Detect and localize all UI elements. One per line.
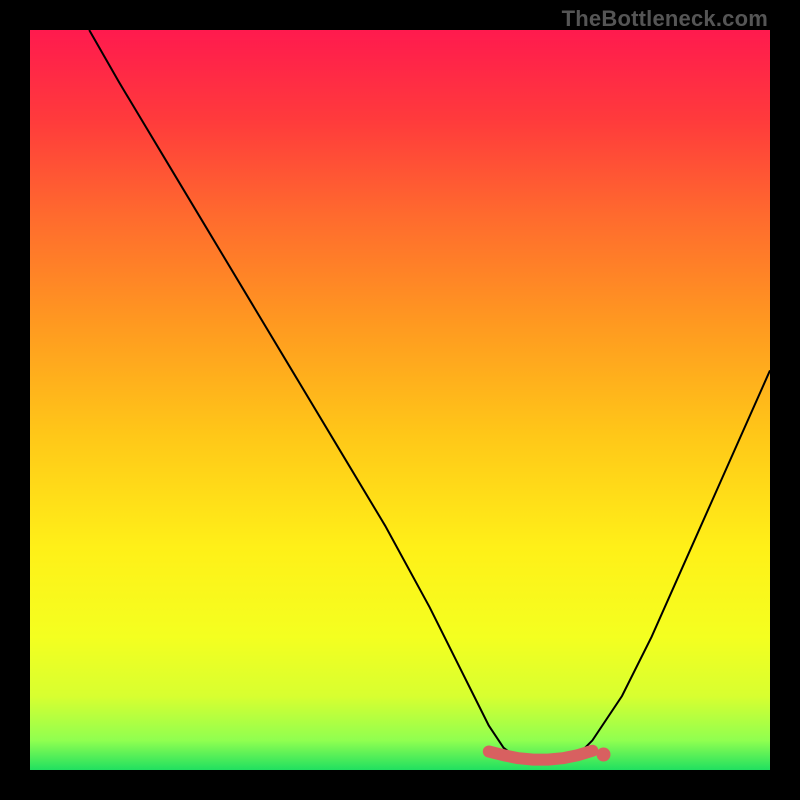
gradient-background (30, 30, 770, 770)
watermark-text: TheBottleneck.com (562, 6, 768, 32)
chart-frame (30, 30, 770, 770)
optimal-range-end-dot (597, 748, 611, 762)
bottleneck-chart (30, 30, 770, 770)
